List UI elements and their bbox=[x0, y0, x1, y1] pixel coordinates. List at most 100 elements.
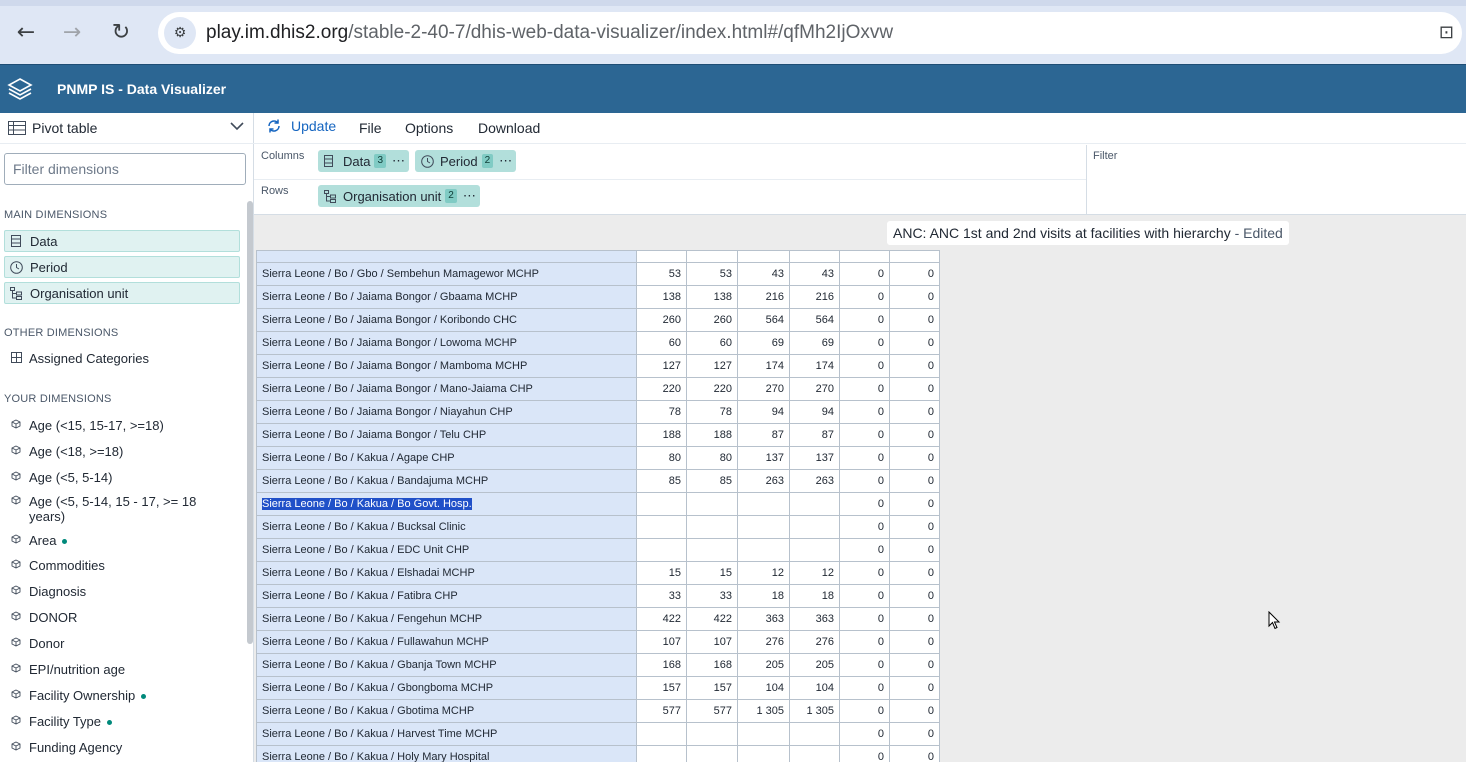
dimension-item[interactable]: Age (<5, 5-14) bbox=[8, 470, 112, 485]
value-cell[interactable]: 270 bbox=[737, 377, 790, 401]
value-cell[interactable]: 0 bbox=[889, 676, 940, 700]
value-cell[interactable] bbox=[737, 745, 790, 762]
value-cell[interactable]: 422 bbox=[686, 607, 738, 631]
value-cell[interactable]: 0 bbox=[839, 676, 890, 700]
value-cell[interactable]: 0 bbox=[839, 446, 890, 470]
value-cell[interactable]: 104 bbox=[737, 676, 790, 700]
download-menu[interactable]: Download bbox=[478, 120, 540, 136]
value-cell[interactable]: 276 bbox=[737, 630, 790, 654]
value-cell[interactable]: 94 bbox=[789, 400, 840, 424]
install-app-icon[interactable]: ⊡ bbox=[1439, 22, 1454, 43]
value-cell[interactable] bbox=[686, 722, 738, 746]
value-cell[interactable]: 0 bbox=[839, 423, 890, 447]
value-cell[interactable]: 0 bbox=[889, 722, 940, 746]
value-cell[interactable]: 127 bbox=[636, 354, 687, 378]
value-cell[interactable]: 69 bbox=[789, 331, 840, 355]
org-unit-cell[interactable]: Sierra Leone / Bo / Jaiama Bongor / Kori… bbox=[256, 308, 637, 332]
value-cell[interactable] bbox=[789, 538, 840, 562]
value-cell[interactable]: 60 bbox=[636, 331, 687, 355]
value-cell[interactable]: 0 bbox=[889, 630, 940, 654]
options-menu[interactable]: Options bbox=[405, 120, 453, 136]
site-settings-icon[interactable]: ⚙ bbox=[164, 17, 196, 49]
dimension-item[interactable]: Funding Agency bbox=[8, 740, 122, 755]
value-cell[interactable]: 15 bbox=[636, 561, 687, 585]
value-cell[interactable] bbox=[789, 722, 840, 746]
value-cell[interactable]: 276 bbox=[789, 630, 840, 654]
value-cell[interactable]: 18 bbox=[737, 584, 790, 608]
value-cell[interactable]: 80 bbox=[686, 446, 738, 470]
value-cell[interactable] bbox=[686, 745, 738, 762]
back-icon[interactable]: ← bbox=[12, 18, 40, 46]
org-unit-cell[interactable]: Sierra Leone / Bo / Kakua / Bandajuma MC… bbox=[256, 469, 637, 493]
value-cell[interactable] bbox=[636, 722, 687, 746]
reload-icon[interactable]: ↻ bbox=[107, 18, 135, 46]
org-unit-cell[interactable]: Sierra Leone / Bo / Jaiama Bongor / Gbaa… bbox=[256, 285, 637, 309]
org-unit-cell[interactable]: Sierra Leone / Bo / Kakua / EDC Unit CHP bbox=[256, 538, 637, 562]
org-unit-cell[interactable]: Sierra Leone / Bo / Kakua / Gbotima MCHP bbox=[256, 699, 637, 723]
value-cell[interactable] bbox=[737, 492, 790, 516]
value-cell[interactable]: 0 bbox=[889, 285, 940, 309]
value-cell[interactable]: 18 bbox=[789, 584, 840, 608]
dimension-item[interactable]: Commodities bbox=[8, 558, 105, 573]
value-cell[interactable]: 0 bbox=[889, 515, 940, 539]
value-cell[interactable]: 157 bbox=[636, 676, 687, 700]
value-cell[interactable]: 0 bbox=[889, 561, 940, 585]
value-cell[interactable]: 0 bbox=[889, 423, 940, 447]
dimension-item[interactable]: Diagnosis bbox=[8, 584, 86, 599]
org-unit-cell[interactable]: Sierra Leone / Bo / Kakua / Fullawahun M… bbox=[256, 630, 637, 654]
value-cell[interactable]: 107 bbox=[686, 630, 738, 654]
value-cell[interactable]: 12 bbox=[737, 561, 790, 585]
value-cell[interactable]: 87 bbox=[789, 423, 840, 447]
dimension-assigned-categories[interactable]: Assigned Categories bbox=[8, 351, 149, 366]
value-cell[interactable]: 137 bbox=[737, 446, 790, 470]
update-button[interactable]: Update bbox=[266, 118, 336, 134]
value-cell[interactable]: 220 bbox=[686, 377, 738, 401]
org-unit-cell[interactable]: Sierra Leone / Bo / Jaiama Bongor / Mamb… bbox=[256, 354, 637, 378]
value-cell[interactable]: 0 bbox=[889, 469, 940, 493]
value-cell[interactable]: 0 bbox=[839, 400, 890, 424]
chip-period-menu-icon[interactable]: ⋯ bbox=[499, 153, 512, 169]
value-cell[interactable]: 0 bbox=[889, 308, 940, 332]
value-cell[interactable]: 174 bbox=[789, 354, 840, 378]
value-cell[interactable]: 0 bbox=[889, 354, 940, 378]
chip-organisation-unit[interactable]: Organisation unit 2 ⋯ bbox=[318, 185, 480, 207]
dimension-item[interactable]: Area bbox=[8, 533, 68, 548]
value-cell[interactable] bbox=[636, 492, 687, 516]
value-cell[interactable]: 0 bbox=[839, 308, 890, 332]
dimension-item[interactable]: Age (<18, >=18) bbox=[8, 444, 123, 459]
value-cell[interactable]: 0 bbox=[889, 699, 940, 723]
org-unit-cell[interactable]: Sierra Leone / Bo / Kakua / Bucksal Clin… bbox=[256, 515, 637, 539]
value-cell[interactable]: 260 bbox=[686, 308, 738, 332]
dimension-item[interactable]: Age (<5, 5-14, 15 - 17, >= 18 years) bbox=[8, 494, 196, 524]
org-unit-cell[interactable]: Sierra Leone / Bo / Kakua / Harvest Time… bbox=[256, 722, 637, 746]
org-unit-cell[interactable]: Sierra Leone / Bo / Kakua / Fatibra CHP bbox=[256, 584, 637, 608]
value-cell[interactable]: 157 bbox=[686, 676, 738, 700]
dimension-item[interactable]: Age (<15, 15-17, >=18) bbox=[8, 418, 164, 433]
value-cell[interactable]: 0 bbox=[839, 699, 890, 723]
dimension-data[interactable]: Data bbox=[4, 230, 240, 252]
org-unit-cell[interactable]: Sierra Leone / Bo / Kakua / Holy Mary Ho… bbox=[256, 745, 637, 762]
value-cell[interactable]: 188 bbox=[686, 423, 738, 447]
value-cell[interactable]: 0 bbox=[839, 584, 890, 608]
value-cell[interactable]: 263 bbox=[789, 469, 840, 493]
org-unit-cell[interactable]: Sierra Leone / Bo / Jaiama Bongor / Niay… bbox=[256, 400, 637, 424]
value-cell[interactable]: 0 bbox=[839, 377, 890, 401]
value-cell[interactable]: 94 bbox=[737, 400, 790, 424]
value-cell[interactable]: 422 bbox=[636, 607, 687, 631]
value-cell[interactable]: 0 bbox=[889, 745, 940, 762]
value-cell[interactable]: 0 bbox=[839, 469, 890, 493]
value-cell[interactable]: 0 bbox=[839, 561, 890, 585]
value-cell[interactable] bbox=[686, 492, 738, 516]
value-cell[interactable]: 107 bbox=[636, 630, 687, 654]
value-cell[interactable]: 0 bbox=[889, 400, 940, 424]
value-cell[interactable]: 85 bbox=[686, 469, 738, 493]
value-cell[interactable]: 0 bbox=[839, 354, 890, 378]
value-cell[interactable]: 168 bbox=[636, 653, 687, 677]
value-cell[interactable]: 216 bbox=[737, 285, 790, 309]
dimension-organisation-unit[interactable]: Organisation unit bbox=[4, 282, 240, 304]
value-cell[interactable]: 87 bbox=[737, 423, 790, 447]
value-cell[interactable]: 60 bbox=[686, 331, 738, 355]
value-cell[interactable]: 0 bbox=[889, 331, 940, 355]
org-unit-cell[interactable]: Sierra Leone / Bo / Kakua / Bo Govt. Hos… bbox=[256, 492, 637, 516]
value-cell[interactable]: 138 bbox=[636, 285, 687, 309]
